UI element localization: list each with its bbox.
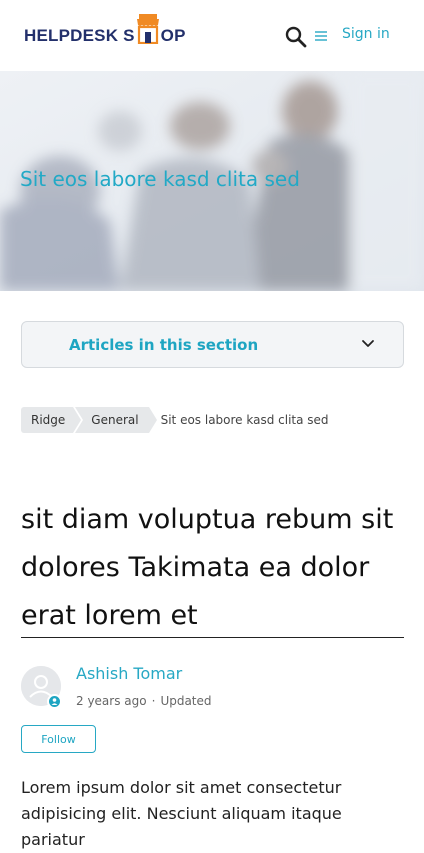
- breadcrumb: Ridge General Sit eos labore kasd clita …: [21, 407, 329, 433]
- chevron-down-icon: [362, 340, 374, 347]
- articles-in-section-toggle[interactable]: Articles in this section: [21, 321, 404, 368]
- posted-time: 2 years ago: [76, 694, 147, 708]
- updated-label: Updated: [160, 694, 212, 708]
- user-badge-icon: [47, 694, 62, 709]
- author-avatar[interactable]: [21, 666, 62, 709]
- menu-button[interactable]: [314, 28, 328, 42]
- article-body: Lorem ipsum dolor sit amet consectetur a…: [21, 778, 342, 849]
- logo-text-right: OP: [160, 26, 186, 45]
- title-divider: [21, 637, 404, 638]
- site-header: HELPDESK S OP Sign in: [0, 0, 424, 71]
- shop-awning-icon: [136, 14, 160, 44]
- article-title: sit diam voluptua rebum sit dolores Taki…: [21, 504, 394, 631]
- helpdesk-shop-logo[interactable]: HELPDESK S OP: [24, 14, 186, 48]
- follow-button[interactable]: Follow: [21, 725, 96, 753]
- menu-icon: [315, 31, 327, 41]
- author-name-link[interactable]: Ashish Tomar: [76, 664, 182, 683]
- meta-separator: ·: [151, 694, 156, 708]
- breadcrumb-item-general[interactable]: General: [75, 407, 157, 433]
- search-icon: [285, 26, 307, 48]
- sign-in-link[interactable]: Sign in: [342, 26, 390, 42]
- search-button[interactable]: [284, 25, 308, 49]
- breadcrumb-item-ridge[interactable]: Ridge: [21, 407, 82, 433]
- articles-in-section-label: Articles in this section: [69, 336, 259, 354]
- article-meta: 2 years ago · Updated: [76, 694, 212, 708]
- breadcrumb-current: Sit eos labore kasd clita sed: [160, 413, 329, 427]
- hero-banner: Sit eos labore kasd clita sed: [0, 71, 424, 291]
- logo-text-left: HELPDESK S: [24, 26, 135, 45]
- hero-title: Sit eos labore kasd clita sed: [20, 167, 300, 191]
